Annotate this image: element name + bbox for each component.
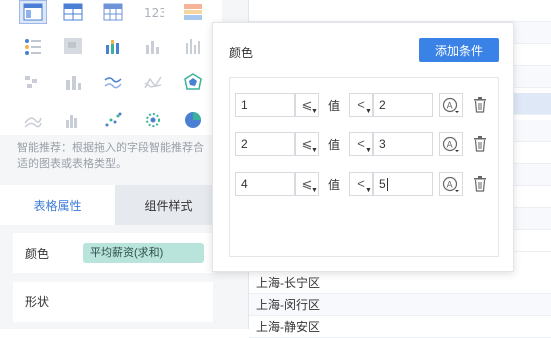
trash-icon bbox=[474, 136, 486, 152]
condition-row: 2 ⩽ ▼ 值 < ▼ 3 A bbox=[235, 132, 495, 156]
scatter-blocks-icon[interactable] bbox=[19, 70, 47, 94]
dot-matrix-icon[interactable] bbox=[19, 34, 47, 58]
delete-condition-button[interactable] bbox=[471, 135, 489, 153]
svg-text:A: A bbox=[447, 181, 454, 191]
color-condition-popup: 颜色 添加条件 1 ⩽ ▼ 值 < ▼ 2 A 2 ⩽ ▼ 值 < ▼ 3 A … bbox=[212, 22, 514, 272]
svg-text:A: A bbox=[447, 102, 454, 112]
color-picker-button[interactable]: A bbox=[439, 93, 463, 117]
chevron-down-icon: ▼ bbox=[365, 187, 372, 194]
stacked-bar-icon[interactable] bbox=[99, 34, 127, 58]
shape-property-row[interactable]: 形状 bbox=[13, 282, 213, 322]
table-row[interactable]: 上海-闵行区 bbox=[249, 294, 551, 316]
chevron-down-icon: ▼ bbox=[365, 108, 372, 115]
chevron-down-icon: ▼ bbox=[311, 108, 318, 115]
svg-text:123: 123 bbox=[144, 6, 164, 20]
value-label: 值 bbox=[328, 99, 341, 113]
color-field-chip[interactable]: 平均薪资(求和) bbox=[83, 243, 204, 263]
pie-chart-icon[interactable] bbox=[179, 108, 207, 132]
chevron-down-icon: ▼ bbox=[311, 147, 318, 154]
table-row[interactable] bbox=[249, 0, 551, 22]
bar-chart-icon[interactable] bbox=[139, 34, 167, 58]
scatter-icon[interactable] bbox=[99, 108, 127, 132]
condition-row: 4 ⩽ ▼ 值 < ▼ 5 A bbox=[235, 172, 495, 196]
trash-icon bbox=[474, 176, 486, 192]
tab-component-style[interactable]: 组件样式 bbox=[115, 185, 222, 225]
add-condition-button[interactable]: 添加条件 bbox=[419, 38, 499, 62]
color-property-row: 颜色 平均薪资(求和) bbox=[13, 233, 213, 273]
svg-text:A: A bbox=[447, 141, 454, 151]
tab-table-properties[interactable]: 表格属性 bbox=[0, 185, 115, 225]
number-card-icon[interactable]: 123 bbox=[139, 0, 167, 24]
value-label: 值 bbox=[328, 178, 341, 192]
value-label: 值 bbox=[328, 138, 341, 152]
delete-condition-button[interactable] bbox=[471, 96, 489, 114]
chart-recommendation-hint: 智能推荐：根据拖入的字段智能推荐合适的图表或表格类型。 bbox=[17, 142, 204, 170]
property-tabs: 表格属性 组件样式 bbox=[0, 185, 222, 225]
color-label: 颜色 bbox=[25, 247, 50, 261]
bar-chart-alt-icon[interactable] bbox=[59, 70, 87, 94]
grouped-table-icon[interactable] bbox=[99, 0, 127, 24]
color-picker-button[interactable]: A bbox=[439, 172, 463, 196]
histogram-icon[interactable] bbox=[59, 108, 87, 132]
condition-max-input[interactable]: 2 bbox=[373, 93, 433, 117]
bubble-icon[interactable] bbox=[139, 108, 167, 132]
heatmap-icon[interactable] bbox=[59, 34, 87, 58]
font-color-icon: A bbox=[442, 97, 459, 113]
line-chart-icon[interactable] bbox=[99, 70, 127, 94]
chart-type-grid: 123 bbox=[0, 0, 222, 135]
area-line-icon[interactable] bbox=[139, 70, 167, 94]
chevron-down-icon: ▼ bbox=[365, 147, 372, 154]
condition-min-input[interactable]: 1 bbox=[235, 93, 295, 117]
font-color-icon: A bbox=[442, 136, 459, 152]
table-row[interactable]: 上海-长宁区 bbox=[249, 272, 551, 294]
condition-max-input[interactable]: 3 bbox=[373, 132, 433, 156]
condition-max-input[interactable]: 5 bbox=[373, 172, 433, 196]
font-color-icon: A bbox=[442, 176, 459, 192]
text-cursor bbox=[386, 178, 388, 192]
shape-label: 形状 bbox=[25, 295, 50, 309]
trash-icon bbox=[474, 97, 486, 113]
chevron-down-icon: ▼ bbox=[311, 187, 318, 194]
kpi-table-icon[interactable] bbox=[179, 0, 207, 24]
radar-icon[interactable] bbox=[179, 70, 207, 94]
area-chart-icon[interactable] bbox=[19, 108, 47, 132]
table-row[interactable]: 上海-静安区 bbox=[249, 316, 551, 338]
color-picker-button[interactable]: A bbox=[439, 132, 463, 156]
table-icon[interactable] bbox=[19, 0, 47, 24]
condition-min-input[interactable]: 4 bbox=[235, 172, 295, 196]
delete-condition-button[interactable] bbox=[471, 175, 489, 193]
condition-list: 1 ⩽ ▼ 值 < ▼ 2 A 2 ⩽ ▼ 值 < ▼ 3 A 4 ⩽ ▼ 值 … bbox=[229, 77, 499, 257]
condition-min-input[interactable]: 2 bbox=[235, 132, 295, 156]
crosstab-icon[interactable] bbox=[59, 0, 87, 24]
left-panel: 123 智能推荐：根据拖入的字段智能推荐合适的图表或表格类型。 表格属性 组件样… bbox=[0, 0, 222, 329]
popup-title: 颜色 bbox=[229, 46, 254, 60]
column-chart-icon[interactable] bbox=[179, 34, 207, 58]
condition-row: 1 ⩽ ▼ 值 < ▼ 2 A bbox=[235, 93, 495, 117]
